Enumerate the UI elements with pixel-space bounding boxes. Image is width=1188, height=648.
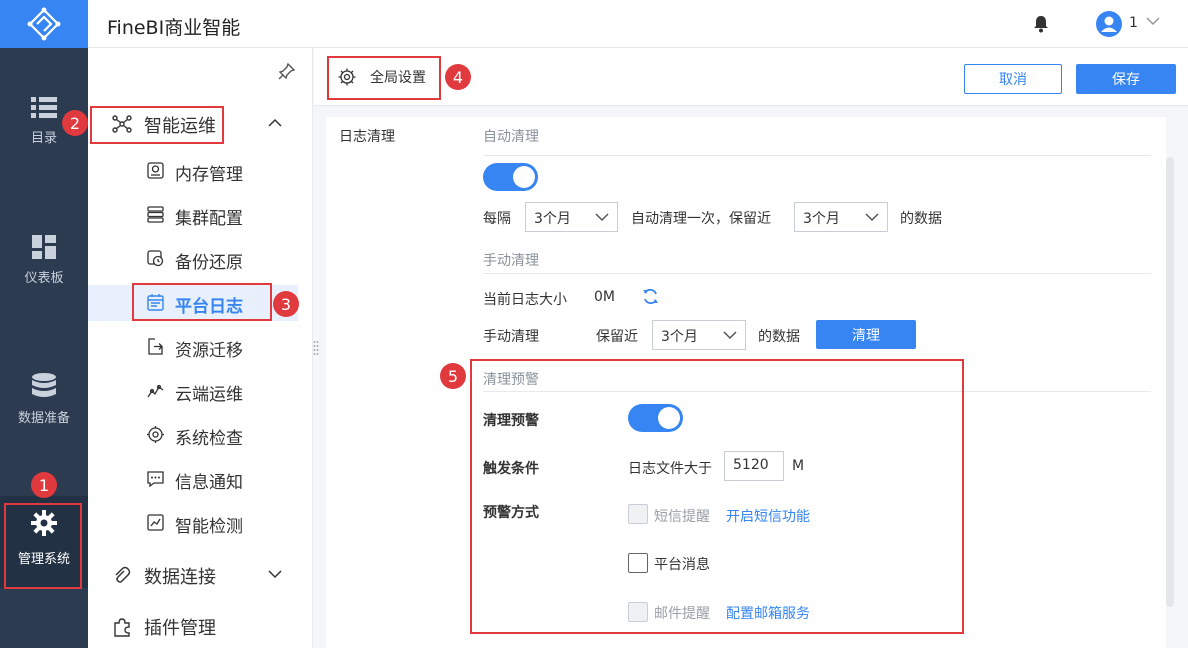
select-value: 3个月: [803, 211, 840, 227]
avatar[interactable]: [1096, 11, 1122, 37]
rail-item-label: 目录: [30, 131, 57, 146]
puzzle-icon: [114, 618, 130, 637]
annotation-box-5: [470, 359, 964, 634]
server-icon: [147, 206, 164, 223]
nav-group-label: 插件管理: [144, 618, 216, 639]
section-label: 日志清理: [339, 129, 395, 145]
chevron-down-icon: [595, 213, 609, 222]
nav-item-migration[interactable]: 资源迁移: [88, 329, 298, 365]
manual-clean-title: 手动清理: [483, 253, 539, 269]
auto-clean-title: 自动清理: [483, 129, 539, 145]
nav-item-label: 资源迁移: [175, 341, 243, 361]
nav-item-label: 信息通知: [175, 473, 243, 493]
divider: [483, 155, 1151, 156]
message-icon: [147, 471, 164, 487]
nav-item-cloud-ops[interactable]: 云端运维: [88, 373, 298, 409]
backup-icon: [147, 250, 164, 267]
nav-item-memory[interactable]: 内存管理: [88, 153, 298, 189]
user-name[interactable]: 1: [1129, 15, 1138, 31]
resize-handle[interactable]: [313, 340, 319, 356]
app-window: 目录 仪表板 数据准备 管理系统 FineBI商业智能 1 智能运维 内存管理 …: [0, 0, 1188, 648]
nav-group-plugin[interactable]: 插件管理: [88, 606, 313, 646]
chevron-down-icon: [723, 331, 737, 340]
annotation-box-4: [327, 56, 441, 100]
chevron-down-icon: [268, 570, 282, 579]
refresh-icon[interactable]: [642, 288, 659, 305]
select-value: 3个月: [534, 211, 571, 227]
nav-item-notification[interactable]: 信息通知: [88, 461, 298, 497]
auto-suffix: 的数据: [900, 211, 942, 227]
annotation-badge-3: 3: [273, 291, 299, 317]
nav-item-cluster[interactable]: 集群配置: [88, 197, 298, 233]
save-button[interactable]: 保存: [1076, 64, 1176, 94]
chevron-up-icon: [268, 118, 282, 127]
rail-item-label: 仪表板: [24, 271, 64, 286]
manual-keep-label: 保留近: [596, 329, 638, 345]
manual-suffix: 的数据: [758, 329, 800, 345]
monitor-chart-icon: [147, 514, 164, 531]
clean-button[interactable]: 清理: [816, 320, 916, 349]
annotation-badge-1: 1: [31, 472, 57, 498]
pin-icon[interactable]: [278, 62, 296, 80]
nav-item-label: 系统检查: [175, 429, 243, 449]
nav-group-label: 数据连接: [144, 567, 216, 588]
auto-mid-label: 自动清理一次，保留近: [631, 211, 771, 227]
nav-item-backup[interactable]: 备份还原: [88, 241, 298, 277]
annotation-box-3: [132, 283, 272, 321]
top-header: FineBI商业智能 1: [88, 0, 1188, 48]
migration-icon: [148, 338, 163, 355]
auto-interval-select[interactable]: 3个月: [525, 202, 618, 232]
nav-item-label: 智能检测: [175, 517, 243, 537]
link-icon: [115, 566, 131, 583]
annotation-badge-2: 2: [62, 110, 88, 136]
manual-clean-label: 手动清理: [483, 329, 539, 345]
settings-check-icon: [147, 426, 164, 443]
nav-item-label: 云端运维: [175, 385, 243, 405]
auto-clean-toggle[interactable]: [483, 163, 538, 191]
manual-keep-select[interactable]: 3个月: [652, 320, 746, 350]
annotation-badge-4: 4: [445, 64, 471, 90]
toggle-knob: [513, 166, 535, 188]
app-title: FineBI商业智能: [107, 17, 241, 39]
select-value: 3个月: [661, 329, 698, 345]
auto-keep-select[interactable]: 3个月: [794, 202, 888, 232]
log-size-value: 0M: [594, 289, 615, 305]
database-icon: [32, 373, 56, 397]
annotation-box-1: [4, 503, 82, 589]
log-size-label: 当前日志大小: [483, 292, 567, 308]
list-icon: [31, 97, 57, 118]
nav-group-data-connection[interactable]: 数据连接: [88, 555, 313, 595]
chevron-down-icon: [865, 213, 879, 222]
user-icon: [1101, 16, 1117, 32]
cancel-button[interactable]: 取消: [964, 64, 1062, 94]
rail-item-data-prep[interactable]: 数据准备: [0, 373, 88, 426]
annotation-box-2: [90, 106, 224, 144]
nav-item-label: 内存管理: [175, 165, 243, 185]
scrollbar[interactable]: [1166, 157, 1174, 607]
nav-item-label: 集群配置: [175, 209, 243, 229]
annotation-badge-5: 5: [440, 363, 466, 389]
every-label: 每隔: [483, 211, 511, 227]
app-logo[interactable]: [0, 0, 88, 48]
rail-item-label: 数据准备: [17, 411, 70, 426]
logo-icon: [27, 7, 61, 41]
chevron-down-icon[interactable]: [1146, 16, 1160, 26]
nav-item-smart-detect[interactable]: 智能检测: [88, 505, 298, 541]
dashboard-icon: [32, 235, 56, 259]
nav-item-system-check[interactable]: 系统检查: [88, 417, 298, 453]
rail-item-dashboard[interactable]: 仪表板: [0, 235, 88, 286]
divider: [483, 273, 1151, 274]
memory-icon: [147, 162, 164, 179]
cloud-chart-icon: [147, 384, 164, 398]
bell-icon[interactable]: [1033, 15, 1049, 33]
nav-item-label: 备份还原: [175, 253, 243, 273]
